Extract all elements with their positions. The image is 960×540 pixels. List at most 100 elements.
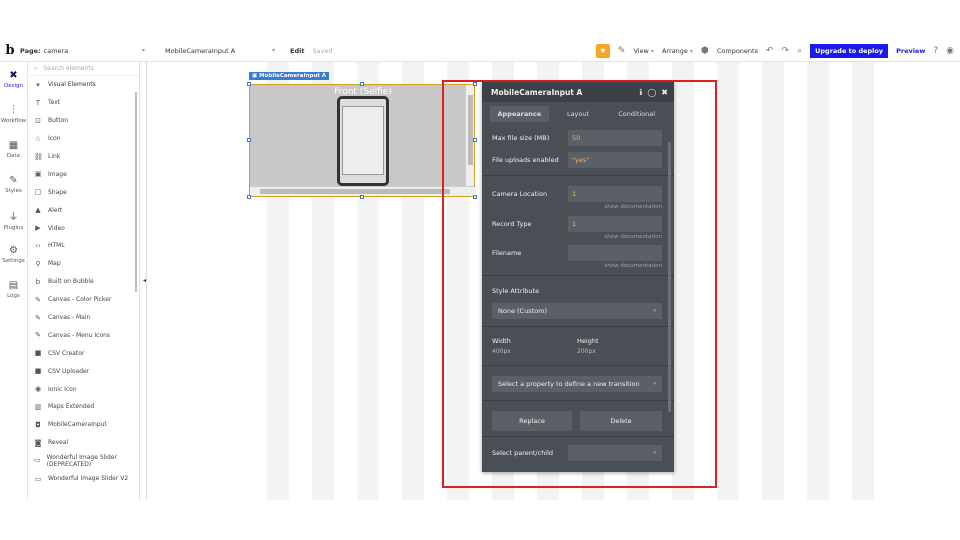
chevron-down-icon: ▾	[271, 47, 275, 54]
delete-button[interactable]: Delete	[580, 411, 662, 431]
tab-conditional[interactable]: Conditional	[607, 106, 666, 122]
filename-input[interactable]	[568, 245, 662, 261]
palette-item[interactable]: ◙ Reveal	[28, 434, 139, 452]
design-canvas[interactable]: ▣ MobileCameraInput A Front (Selfie) Mob…	[146, 62, 960, 500]
property-editor-title: MobileCameraInput A	[491, 87, 583, 97]
show-documentation-link[interactable]: show documentation	[604, 234, 662, 240]
tab-appearance[interactable]: Appearance	[490, 106, 549, 122]
palette-item[interactable]: ◘ MobileCameraInput	[28, 416, 139, 434]
palette-item-label: CSV Uploader	[48, 367, 90, 375]
close-icon[interactable]: ✖	[661, 88, 668, 97]
property-editor-scrollbar[interactable]	[668, 142, 671, 412]
palette-item-label: CSV Creator	[48, 349, 85, 357]
redo-icon[interactable]: ↷	[782, 46, 790, 56]
palette-item[interactable]: ✎ Canvas - Color Picker	[28, 291, 139, 309]
select-parent-dropdown[interactable]: ▾	[568, 445, 662, 461]
palette-item[interactable]: ■ CSV Creator	[28, 344, 139, 362]
style-value: None (Custom)	[498, 307, 547, 315]
element-icon: ▭	[34, 456, 41, 465]
workflow-icon: ⫶	[12, 105, 15, 116]
palette-item[interactable]: ■ CSV Uploader	[28, 362, 139, 380]
resize-handle[interactable]	[247, 138, 251, 142]
upgrade-button[interactable]: Upgrade to deploy	[810, 44, 889, 58]
style-dropdown[interactable]: None (Custom) ▾	[492, 303, 662, 319]
search-input[interactable]: ⌕ Search elements	[28, 62, 139, 76]
palette-item[interactable]: ✎ Canvas - Main	[28, 309, 139, 327]
palette-item[interactable]: ☆ Icon	[28, 130, 139, 148]
palette-item[interactable]: ◉ Ionic Icon	[28, 380, 139, 398]
gift-icon[interactable]: ★	[595, 44, 610, 58]
rail-label: Data	[6, 153, 21, 159]
divider	[482, 275, 674, 276]
chevron-down-icon: ▾	[650, 48, 654, 55]
resize-handle[interactable]	[247, 82, 251, 86]
rail-workflow[interactable]: ⫶ Workflow	[0, 97, 27, 132]
show-documentation-link[interactable]: show documentation	[604, 263, 662, 269]
palette-item[interactable]: ▲ Alert	[28, 201, 139, 219]
palette-item[interactable]: b Built on Bubble	[28, 273, 139, 291]
rail-styles[interactable]: ✎ Styles	[0, 167, 27, 202]
arrange-label: Arrange	[661, 47, 688, 55]
element-icon: ■	[34, 367, 42, 376]
palette-item[interactable]: ▭ Wonderful Image Slider V2	[28, 470, 139, 488]
element-icon: ✎	[35, 313, 41, 322]
property-editor-header[interactable]: MobileCameraInput A ℹ ◯ ✖	[482, 82, 674, 102]
max-file-size-input[interactable]: 50	[568, 130, 662, 146]
rail-settings[interactable]: ⚙ Settings	[0, 237, 27, 272]
palette-item[interactable]: ▥ Maps Extended	[28, 398, 139, 416]
record-type-input[interactable]: 1	[568, 216, 662, 232]
chevron-down-icon: ▾	[689, 48, 693, 55]
palette-scrollbar[interactable]	[135, 92, 137, 292]
rail-data[interactable]: ▦ Data	[0, 132, 27, 167]
comment-icon[interactable]: ◯	[647, 88, 656, 97]
resize-handle[interactable]	[247, 195, 251, 199]
arrange-menu[interactable]: Arrange ▾	[662, 47, 693, 55]
page-selector[interactable]: Page: camera ▾	[20, 47, 145, 55]
replace-button[interactable]: Replace	[492, 411, 572, 431]
camera-location-input[interactable]: 1	[568, 186, 662, 202]
element-selector[interactable]: MobileCameraInput A ▾	[165, 47, 275, 55]
database-icon: ▦	[8, 140, 19, 151]
rail-design[interactable]: ✖ Design	[0, 62, 27, 97]
info-icon[interactable]: ℹ	[639, 88, 642, 97]
view-menu[interactable]: View ▾	[633, 47, 654, 55]
brush-icon[interactable]: ✎	[618, 46, 626, 56]
resize-handle[interactable]	[360, 82, 364, 86]
palette-list: ▾ Visual Elements T Text ⊡ Button ☆ Icon ⛓ Link ▣ I…	[28, 76, 139, 487]
transition-dropdown[interactable]: Select a property to define a new transi…	[492, 376, 662, 392]
file-uploads-input[interactable]: "yes"	[568, 152, 662, 168]
palette-item[interactable]: ⛓ Link	[28, 148, 139, 166]
rail-plugins[interactable]: ⏚ Plugins	[0, 202, 27, 237]
bubble-logo[interactable]: b	[0, 43, 20, 58]
undo-icon[interactable]: ↶	[766, 46, 774, 56]
preview-button[interactable]: Preview	[896, 47, 925, 55]
components-icon[interactable]: ⬢	[701, 46, 709, 56]
components-button[interactable]: Components	[717, 47, 758, 55]
palette-item[interactable]: ✎ Canvas - Menu Icons	[28, 326, 139, 344]
account-icon[interactable]: ◉	[946, 46, 954, 56]
rail-label: Plugins	[3, 225, 24, 231]
palette-item[interactable]: □ Shape	[28, 183, 139, 201]
height-value[interactable]: 200px	[577, 348, 596, 355]
palette-item[interactable]: ▣ Image	[28, 165, 139, 183]
help-icon[interactable]: ?	[933, 46, 938, 56]
show-documentation-link[interactable]: show documentation	[604, 204, 662, 210]
palette-item[interactable]: ▾ Visual Elements	[28, 76, 139, 94]
tab-layout[interactable]: Layout	[549, 106, 608, 122]
max-file-size-row: Max file size (MB) 50	[492, 130, 662, 146]
edit-menu[interactable]: Edit	[290, 47, 304, 55]
palette-item[interactable]: ▶ Video	[28, 219, 139, 237]
search-icon[interactable]: ⌕	[797, 46, 802, 56]
element-icon: ▥	[34, 402, 42, 411]
palette-item[interactable]: ⚲ Map	[28, 255, 139, 273]
element-icon: ■	[34, 349, 42, 358]
resize-handle[interactable]	[360, 195, 364, 199]
palette-item[interactable]: T Text	[28, 94, 139, 112]
element-tag[interactable]: ▣ MobileCameraInput A	[249, 72, 330, 80]
palette-item[interactable]: ⊡ Button	[28, 112, 139, 130]
rail-logs[interactable]: ▤ Logs	[0, 272, 27, 307]
palette-item[interactable]: ▭ Wonderful Image Slider (DEPRECATED)	[28, 452, 139, 470]
palette-item[interactable]: ‹› HTML	[28, 237, 139, 255]
width-value[interactable]: 400px	[492, 348, 511, 355]
element-icon: ◉	[34, 385, 42, 394]
